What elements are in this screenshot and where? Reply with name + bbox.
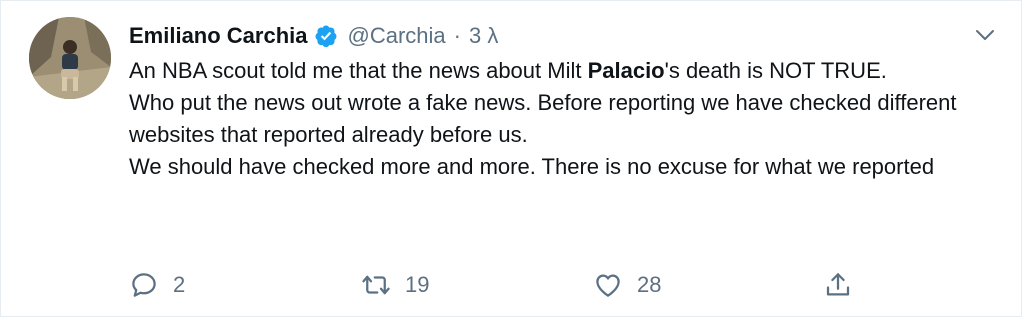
reply-button[interactable]: 2: [129, 265, 185, 305]
tweet-paragraph-3: We should have checked more and more. Th…: [129, 154, 935, 179]
tweet-timestamp[interactable]: 3 λ: [469, 23, 498, 49]
tweet-text: An NBA scout told me that the news about…: [129, 55, 989, 183]
share-button[interactable]: [823, 265, 853, 305]
heart-icon: [596, 274, 620, 297]
retweet-icon: [362, 275, 390, 295]
like-button[interactable]: 28: [593, 265, 661, 305]
retweet-count: 19: [405, 272, 430, 297]
separator-dot: ·: [453, 23, 461, 48]
reply-icon: [132, 273, 156, 297]
tweet-card[interactable]: Emiliano Carchia @Carchia · 3 λ An NBA s…: [0, 0, 1022, 317]
like-count: 28: [637, 272, 662, 297]
chevron-down-icon[interactable]: [973, 23, 997, 47]
tweet-header: Emiliano Carchia @Carchia · 3 λ: [129, 21, 498, 51]
author-handle[interactable]: @Carchia: [348, 23, 446, 49]
retweet-button[interactable]: 19: [361, 265, 429, 305]
share-icon: [826, 273, 850, 296]
tweet-paragraph-1: An NBA scout told me that the news about…: [129, 58, 887, 83]
tweet-paragraph-2: Who put the news out wrote a fake news. …: [129, 90, 957, 147]
author-name[interactable]: Emiliano Carchia: [129, 23, 308, 49]
tweet-actions: 2 19 28: [129, 265, 1021, 305]
reply-count: 2: [173, 272, 186, 297]
bold-name: Palacio: [587, 58, 665, 83]
verified-badge-icon: [315, 25, 337, 48]
avatar[interactable]: [29, 17, 111, 99]
